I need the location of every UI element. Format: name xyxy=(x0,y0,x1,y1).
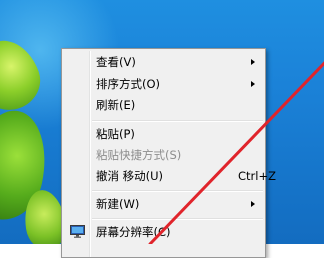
menu-item-screen-resolution[interactable]: 屏幕分辨率(C) xyxy=(64,222,263,242)
menu-item-label: 新建(W) xyxy=(96,197,140,211)
menu-item-label: 屏幕分辨率(C) xyxy=(96,225,171,239)
submenu-arrow-icon xyxy=(251,59,255,65)
menu-item-label: 粘贴快捷方式(S) xyxy=(96,148,182,162)
menu-item-label: 查看(V) xyxy=(96,55,136,69)
menu-item-label: 刷新(E) xyxy=(96,98,136,112)
menu-separator xyxy=(92,218,263,220)
menu-item-undo-move[interactable]: 撤消 移动(U) Ctrl+Z xyxy=(64,166,276,186)
menu-item-view[interactable]: 查看(V) xyxy=(64,52,263,72)
menu-item-refresh[interactable]: 刷新(E) xyxy=(64,95,263,115)
submenu-arrow-icon xyxy=(251,81,255,87)
menu-item-new[interactable]: 新建(W) xyxy=(64,194,263,214)
menu-separator xyxy=(92,190,263,192)
menu-item-shortcut: Ctrl+Z xyxy=(238,169,276,183)
submenu-arrow-icon xyxy=(251,201,255,207)
desktop-context-menu: 查看(V) 排序方式(O) 刷新(E) 粘贴(P) 粘贴快捷方式(S) 撤消 移… xyxy=(61,48,276,258)
menu-item-label: 粘贴(P) xyxy=(96,127,135,141)
monitor-icon xyxy=(70,225,85,238)
menu-item-paste-shortcut[interactable]: 粘贴快捷方式(S) xyxy=(64,145,263,165)
menu-separator xyxy=(92,120,263,122)
menu-item-label: 排序方式(O) xyxy=(96,77,161,91)
menu-item-label: 撤消 移动(U) xyxy=(96,169,164,183)
menu-item-sort-by[interactable]: 排序方式(O) xyxy=(64,74,263,94)
menu-item-paste[interactable]: 粘贴(P) xyxy=(64,124,263,144)
